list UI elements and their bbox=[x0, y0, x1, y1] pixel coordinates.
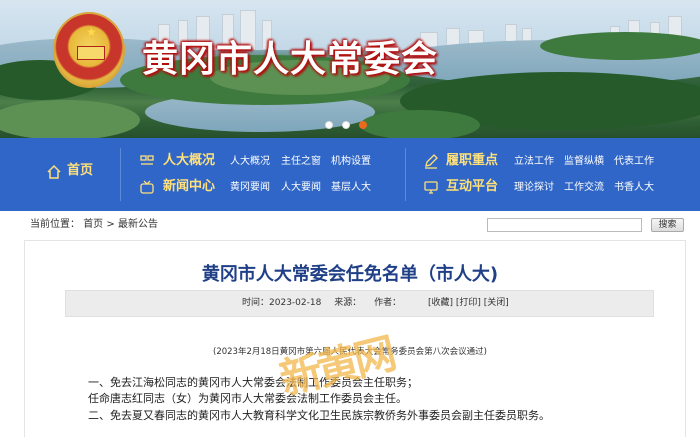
breadcrumb: 当前位置： 首页 > 最新公告 bbox=[30, 218, 158, 232]
header-banner: ★ 黄冈市人大常委会 bbox=[0, 0, 700, 138]
carousel-dot-2[interactable] bbox=[342, 121, 350, 129]
home-icon bbox=[47, 164, 61, 179]
favorite-link[interactable]: [收藏] bbox=[428, 298, 453, 308]
article-title: 黄冈市人大常委会任免名单（市人大) bbox=[201, 264, 499, 285]
national-emblem-icon: ★ bbox=[53, 12, 125, 88]
article-meta: 时间：2023-02-18 来源： 作者： [收藏] [打印] [关闭] bbox=[65, 290, 654, 317]
breadcrumb-home-link[interactable]: 首页 bbox=[83, 219, 103, 230]
article-paragraph-2: 任命唐志红同志（女）为黄冈市人大常委会法制工作委员会主任。 bbox=[88, 392, 407, 405]
nav-link-reading[interactable]: 书香人大 bbox=[614, 181, 654, 195]
meta-time-label: 时间： bbox=[242, 298, 270, 308]
nav-link-supervision[interactable]: 监督纵横 bbox=[564, 155, 604, 169]
nav-group-duties[interactable]: 履职重点 bbox=[446, 153, 498, 169]
nav-link-deputies[interactable]: 代表工作 bbox=[614, 155, 654, 169]
nav-link-huanggang-news[interactable]: 黄冈要闻 bbox=[230, 181, 270, 195]
article-paragraph-3: 二、免去夏又春同志的黄冈市人大教育科学文化卫生民族宗教侨务外事委员会副主任委员职… bbox=[88, 409, 550, 422]
nav-link-organization[interactable]: 机构设置 bbox=[331, 155, 371, 169]
meta-time: 2023-02-18 bbox=[269, 298, 322, 308]
site-title: 黄冈市人大常委会 bbox=[142, 38, 439, 80]
nav-link-grassroots[interactable]: 基层人大 bbox=[331, 181, 371, 195]
carousel-dot-1[interactable] bbox=[325, 121, 333, 129]
nav-group-interaction[interactable]: 互动平台 bbox=[446, 179, 498, 195]
article-subtitle: (2023年2月18日黄冈市第六届人民代表大会常务委员会第八次会议通过) bbox=[213, 347, 487, 357]
search-button[interactable]: 搜索 bbox=[651, 218, 684, 232]
breadcrumb-prefix: 当前位置： bbox=[30, 219, 80, 230]
carousel-dot-3[interactable] bbox=[359, 121, 367, 129]
nav-group-overview[interactable]: 人大概况 bbox=[163, 153, 215, 169]
nav-link-legislation[interactable]: 立法工作 bbox=[514, 155, 554, 169]
tv-icon bbox=[140, 180, 154, 194]
nav-link-exchange[interactable]: 工作交流 bbox=[564, 181, 604, 195]
breadcrumb-separator: > bbox=[106, 219, 115, 230]
nav-link-theory[interactable]: 理论探讨 bbox=[514, 181, 554, 195]
page: ★ 黄冈市人大常委会 首页 人大概况 人大概况 主任之窗 机构设置 新闻中心 黄… bbox=[0, 0, 700, 437]
article-paragraph-1: 一、免去江海松同志的黄冈市人大常委会法制工作委员会主任职务； bbox=[88, 376, 418, 389]
print-link[interactable]: [打印] bbox=[456, 298, 481, 308]
meta-source-label: 来源： bbox=[334, 298, 362, 308]
search-input[interactable] bbox=[487, 218, 642, 232]
nav-group-news[interactable]: 新闻中心 bbox=[163, 179, 215, 195]
meta-author-label: 作者： bbox=[374, 298, 402, 308]
pen-icon bbox=[425, 154, 438, 169]
monitor-icon bbox=[424, 181, 438, 194]
main-nav: 首页 人大概况 人大概况 主任之窗 机构设置 新闻中心 黄冈要闻 人大要闻 基层… bbox=[0, 138, 700, 211]
breadcrumb-notice-link[interactable]: 最新公告 bbox=[118, 219, 158, 230]
nav-link-overview[interactable]: 人大概况 bbox=[230, 155, 270, 169]
nav-home[interactable]: 首页 bbox=[67, 163, 93, 179]
nav-link-npc-news[interactable]: 人大要闻 bbox=[281, 181, 321, 195]
carousel-indicators bbox=[325, 121, 385, 131]
grid-icon bbox=[140, 155, 154, 165]
nav-link-director[interactable]: 主任之窗 bbox=[281, 155, 321, 169]
close-link[interactable]: [关闭] bbox=[484, 298, 509, 308]
